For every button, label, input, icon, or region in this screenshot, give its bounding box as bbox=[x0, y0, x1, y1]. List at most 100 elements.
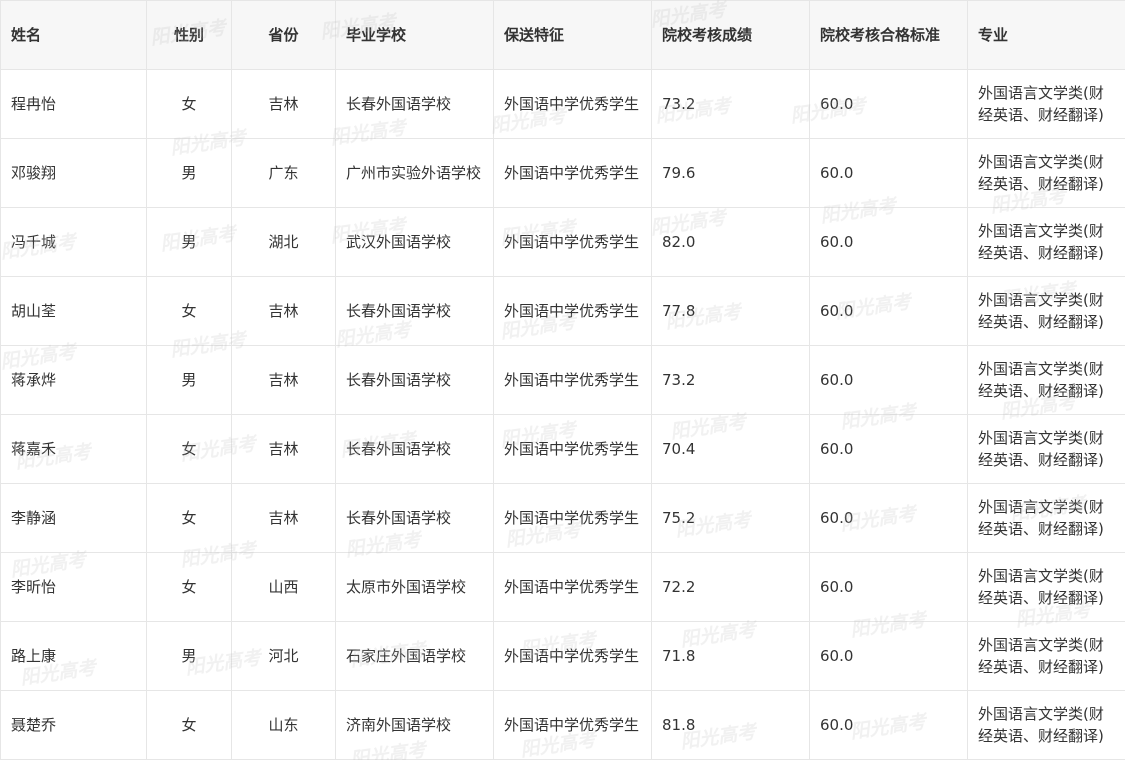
cell-province: 吉林 bbox=[231, 414, 336, 484]
cell-province: 吉林 bbox=[231, 345, 336, 415]
cell-score: 71.8 bbox=[651, 621, 810, 691]
cell-province: 吉林 bbox=[231, 69, 336, 139]
cell-gender: 男 bbox=[146, 621, 232, 691]
header-passing-standard: 院校考核合格标准 bbox=[809, 0, 968, 70]
cell-name: 胡山荃 bbox=[0, 276, 147, 346]
cell-gender: 女 bbox=[146, 69, 232, 139]
table-row: 李昕怡女山西 太原市外国语学校 外国语中学优秀学生 72.2 60.0 外国语言文学类(财… bbox=[0, 552, 1125, 622]
cell-passing-standard: 60.0 bbox=[809, 69, 968, 139]
cell-score: 77.8 bbox=[651, 276, 810, 346]
cell-passing-standard: 60.0 bbox=[809, 414, 968, 484]
cell-score: 82.0 bbox=[651, 207, 810, 277]
header-province: 省份 bbox=[231, 0, 336, 70]
cell-school: 长春外国语学校 bbox=[335, 483, 494, 553]
cell-school: 长春外国语学校 bbox=[335, 69, 494, 139]
table-row: 蒋嘉禾女吉林 长春外国语学校 外国语中学优秀学生 70.4 60.0 外国语言文学类(财经… bbox=[0, 414, 1125, 484]
cell-major: 外国语言文学类(财经英语、财经翻译) bbox=[967, 414, 1125, 484]
cell-qualification: 外国语中学优秀学生 bbox=[493, 276, 652, 346]
cell-school: 石家庄外国语学校 bbox=[335, 621, 494, 691]
header-name: 姓名 bbox=[0, 0, 147, 70]
cell-gender: 男 bbox=[146, 345, 232, 415]
cell-major: 外国语言文学类(财经英语、财经翻译) bbox=[967, 483, 1125, 553]
cell-score: 70.4 bbox=[651, 414, 810, 484]
cell-gender: 男 bbox=[146, 207, 232, 277]
cell-score: 73.2 bbox=[651, 69, 810, 139]
cell-school: 武汉外国语学校 bbox=[335, 207, 494, 277]
cell-qualification: 外国语中学优秀学生 bbox=[493, 345, 652, 415]
cell-major: 外国语言文学类(财经英语、财经翻译) bbox=[967, 621, 1125, 691]
cell-major: 外国语言文学类(财经英语、财经翻译) bbox=[967, 138, 1125, 208]
table-header: 姓名 性别 省份 毕业学校 保送特征 院校考核成绩 院校考核合格标准 专业 bbox=[0, 0, 1125, 70]
cell-passing-standard: 60.0 bbox=[809, 690, 968, 760]
cell-qualification: 外国语中学优秀学生 bbox=[493, 414, 652, 484]
cell-passing-standard: 60.0 bbox=[809, 345, 968, 415]
cell-passing-standard: 60.0 bbox=[809, 621, 968, 691]
cell-qualification: 外国语中学优秀学生 bbox=[493, 621, 652, 691]
table-body: 程冉怡女吉林 长春外国语学校 外国语中学优秀学生 73.2 60.0 外国语言文学类(财经… bbox=[0, 69, 1125, 760]
table-row: 聂楚乔女山东 济南外国语学校 外国语中学优秀学生 81.8 60.0 外国语言文学类(财经… bbox=[0, 690, 1125, 760]
cell-gender: 女 bbox=[146, 276, 232, 346]
cell-province: 山东 bbox=[231, 690, 336, 760]
cell-major: 外国语言文学类(财经英语、财经翻译) bbox=[967, 345, 1125, 415]
cell-qualification: 外国语中学优秀学生 bbox=[493, 138, 652, 208]
header-gender: 性别 bbox=[146, 0, 232, 70]
cell-name: 路上康 bbox=[0, 621, 147, 691]
cell-gender: 男 bbox=[146, 138, 232, 208]
cell-score: 72.2 bbox=[651, 552, 810, 622]
cell-qualification: 外国语中学优秀学生 bbox=[493, 552, 652, 622]
header-school: 毕业学校 bbox=[335, 0, 494, 70]
header-row: 姓名 性别 省份 毕业学校 保送特征 院校考核成绩 院校考核合格标准 专业 bbox=[0, 0, 1125, 70]
cell-major: 外国语言文学类(财经英语、财经翻译) bbox=[967, 276, 1125, 346]
cell-score: 75.2 bbox=[651, 483, 810, 553]
cell-qualification: 外国语中学优秀学生 bbox=[493, 690, 652, 760]
cell-province: 河北 bbox=[231, 621, 336, 691]
cell-qualification: 外国语中学优秀学生 bbox=[493, 207, 652, 277]
table-row: 胡山荃女吉林 长春外国语学校 外国语中学优秀学生 77.8 60.0 外国语言文学类(财经… bbox=[0, 276, 1125, 346]
cell-name: 李静涵 bbox=[0, 483, 147, 553]
cell-province: 山西 bbox=[231, 552, 336, 622]
cell-name: 邓骏翔 bbox=[0, 138, 147, 208]
cell-gender: 女 bbox=[146, 483, 232, 553]
cell-major: 外国语言文学类(财经英语、财经翻译) bbox=[967, 690, 1125, 760]
cell-major: 外国语言文学类(财经英语、财经翻译) bbox=[967, 207, 1125, 277]
cell-gender: 女 bbox=[146, 690, 232, 760]
cell-score: 73.2 bbox=[651, 345, 810, 415]
admission-results-table: 姓名 性别 省份 毕业学校 保送特征 院校考核成绩 院校考核合格标准 专业 程冉… bbox=[0, 0, 1125, 760]
header-major: 专业 bbox=[967, 0, 1125, 70]
cell-school: 长春外国语学校 bbox=[335, 345, 494, 415]
cell-name: 李昕怡 bbox=[0, 552, 147, 622]
cell-passing-standard: 60.0 bbox=[809, 552, 968, 622]
cell-passing-standard: 60.0 bbox=[809, 276, 968, 346]
cell-major: 外国语言文学类(财经英语、财经翻译) bbox=[967, 69, 1125, 139]
table-row: 程冉怡女吉林 长春外国语学校 外国语中学优秀学生 73.2 60.0 外国语言文学类(财经… bbox=[0, 69, 1125, 139]
cell-school: 济南外国语学校 bbox=[335, 690, 494, 760]
cell-passing-standard: 60.0 bbox=[809, 483, 968, 553]
cell-score: 81.8 bbox=[651, 690, 810, 760]
cell-name: 蒋承烨 bbox=[0, 345, 147, 415]
cell-name: 程冉怡 bbox=[0, 69, 147, 139]
cell-province: 吉林 bbox=[231, 276, 336, 346]
cell-school: 广州市实验外语学校 bbox=[335, 138, 494, 208]
cell-major: 外国语言文学类(财经英语、财经翻译) bbox=[967, 552, 1125, 622]
cell-school: 太原市外国语学校 bbox=[335, 552, 494, 622]
table-row: 路上康男河北 石家庄外国语学校 外国语中学优秀学生 71.8 60.0 外国语言文学类(财… bbox=[0, 621, 1125, 691]
cell-name: 冯千城 bbox=[0, 207, 147, 277]
cell-province: 湖北 bbox=[231, 207, 336, 277]
cell-school: 长春外国语学校 bbox=[335, 276, 494, 346]
header-qualification: 保送特征 bbox=[493, 0, 652, 70]
table-row: 邓骏翔男广东 广州市实验外语学校 外国语中学优秀学生 79.6 60.0 外国语言文学类(… bbox=[0, 138, 1125, 208]
table-row: 冯千城男湖北 武汉外国语学校 外国语中学优秀学生 82.0 60.0 外国语言文学类(财经… bbox=[0, 207, 1125, 277]
cell-school: 长春外国语学校 bbox=[335, 414, 494, 484]
cell-score: 79.6 bbox=[651, 138, 810, 208]
cell-passing-standard: 60.0 bbox=[809, 207, 968, 277]
cell-name: 蒋嘉禾 bbox=[0, 414, 147, 484]
cell-gender: 女 bbox=[146, 552, 232, 622]
cell-province: 广东 bbox=[231, 138, 336, 208]
cell-gender: 女 bbox=[146, 414, 232, 484]
table-row: 蒋承烨男吉林 长春外国语学校 外国语中学优秀学生 73.2 60.0 外国语言文学类(财经… bbox=[0, 345, 1125, 415]
table-row: 李静涵女吉林 长春外国语学校 外国语中学优秀学生 75.2 60.0 外国语言文学类(财经… bbox=[0, 483, 1125, 553]
header-score: 院校考核成绩 bbox=[651, 0, 810, 70]
cell-qualification: 外国语中学优秀学生 bbox=[493, 483, 652, 553]
cell-province: 吉林 bbox=[231, 483, 336, 553]
cell-qualification: 外国语中学优秀学生 bbox=[493, 69, 652, 139]
